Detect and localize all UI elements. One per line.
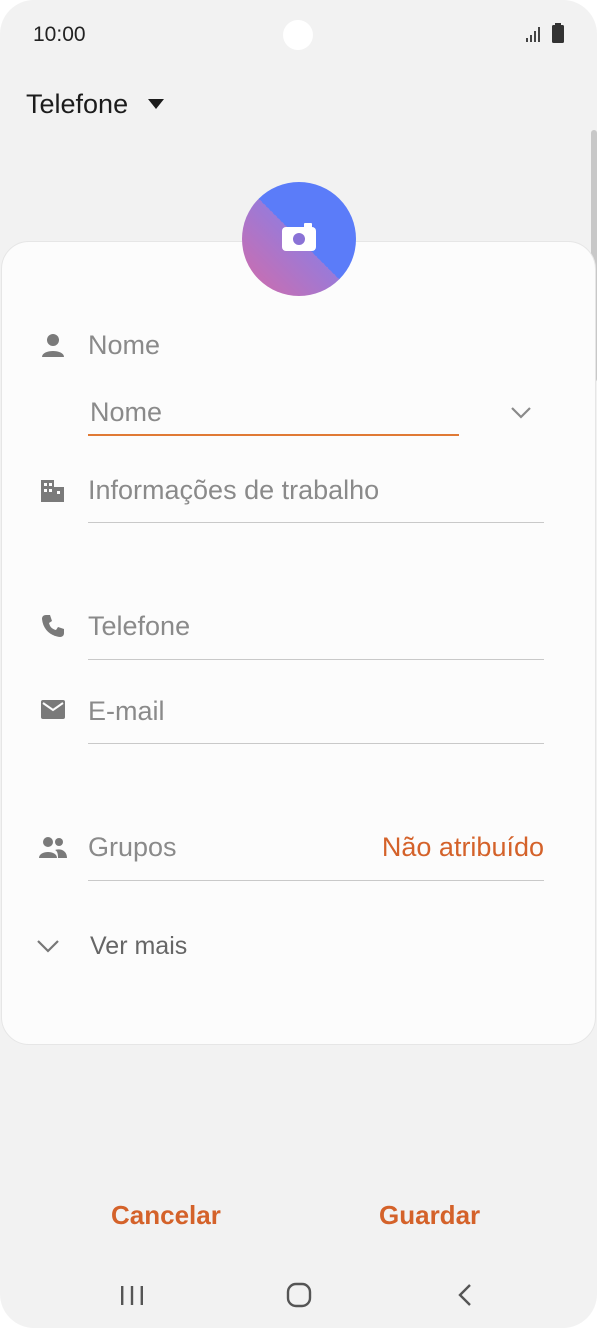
phone-underline	[88, 659, 544, 660]
phone-icon	[42, 615, 64, 637]
work-info-underline	[88, 522, 544, 523]
name-section-label: Nome	[88, 330, 161, 360]
camera-icon	[242, 182, 356, 296]
phone-field[interactable]: Telefone	[88, 611, 190, 642]
mail-icon	[41, 700, 65, 719]
groups-value[interactable]: Não atribuído	[382, 832, 544, 863]
front-camera-cutout	[283, 20, 313, 50]
recent-apps-icon[interactable]	[117, 1280, 147, 1310]
see-more-button[interactable]: Ver mais	[34, 928, 187, 964]
system-nav-bar	[0, 1262, 597, 1328]
cancel-button[interactable]: Cancelar	[111, 1200, 221, 1231]
email-underline	[88, 743, 544, 744]
phone-screen: 10:00 Telefone Nome Nome Informações de …	[0, 0, 597, 1328]
name-input[interactable]	[88, 390, 459, 436]
chevron-down-icon[interactable]	[507, 398, 535, 426]
see-more-label: Ver mais	[90, 931, 188, 960]
add-photo-button[interactable]	[242, 182, 356, 296]
status-time: 10:00	[33, 23, 86, 46]
account-label: Telefone	[26, 88, 129, 119]
back-icon[interactable]	[451, 1280, 481, 1310]
person-icon	[42, 334, 64, 357]
status-bar: 10:00	[0, 0, 597, 70]
chevron-down-icon	[37, 940, 59, 953]
contact-form-card	[1, 241, 596, 1045]
email-field[interactable]: E-mail	[88, 696, 165, 727]
building-icon	[41, 480, 64, 502]
work-info-field[interactable]: Informações de trabalho	[88, 475, 379, 506]
account-selector[interactable]: Telefone	[26, 86, 165, 122]
home-icon[interactable]	[284, 1280, 314, 1310]
groups-underline	[88, 880, 544, 881]
save-button[interactable]: Guardar	[379, 1200, 480, 1231]
dropdown-arrow-icon	[148, 99, 165, 109]
signal-icon	[526, 27, 540, 42]
groups-label: Grupos	[88, 832, 177, 862]
group-icon	[39, 837, 67, 858]
battery-icon	[552, 23, 564, 43]
